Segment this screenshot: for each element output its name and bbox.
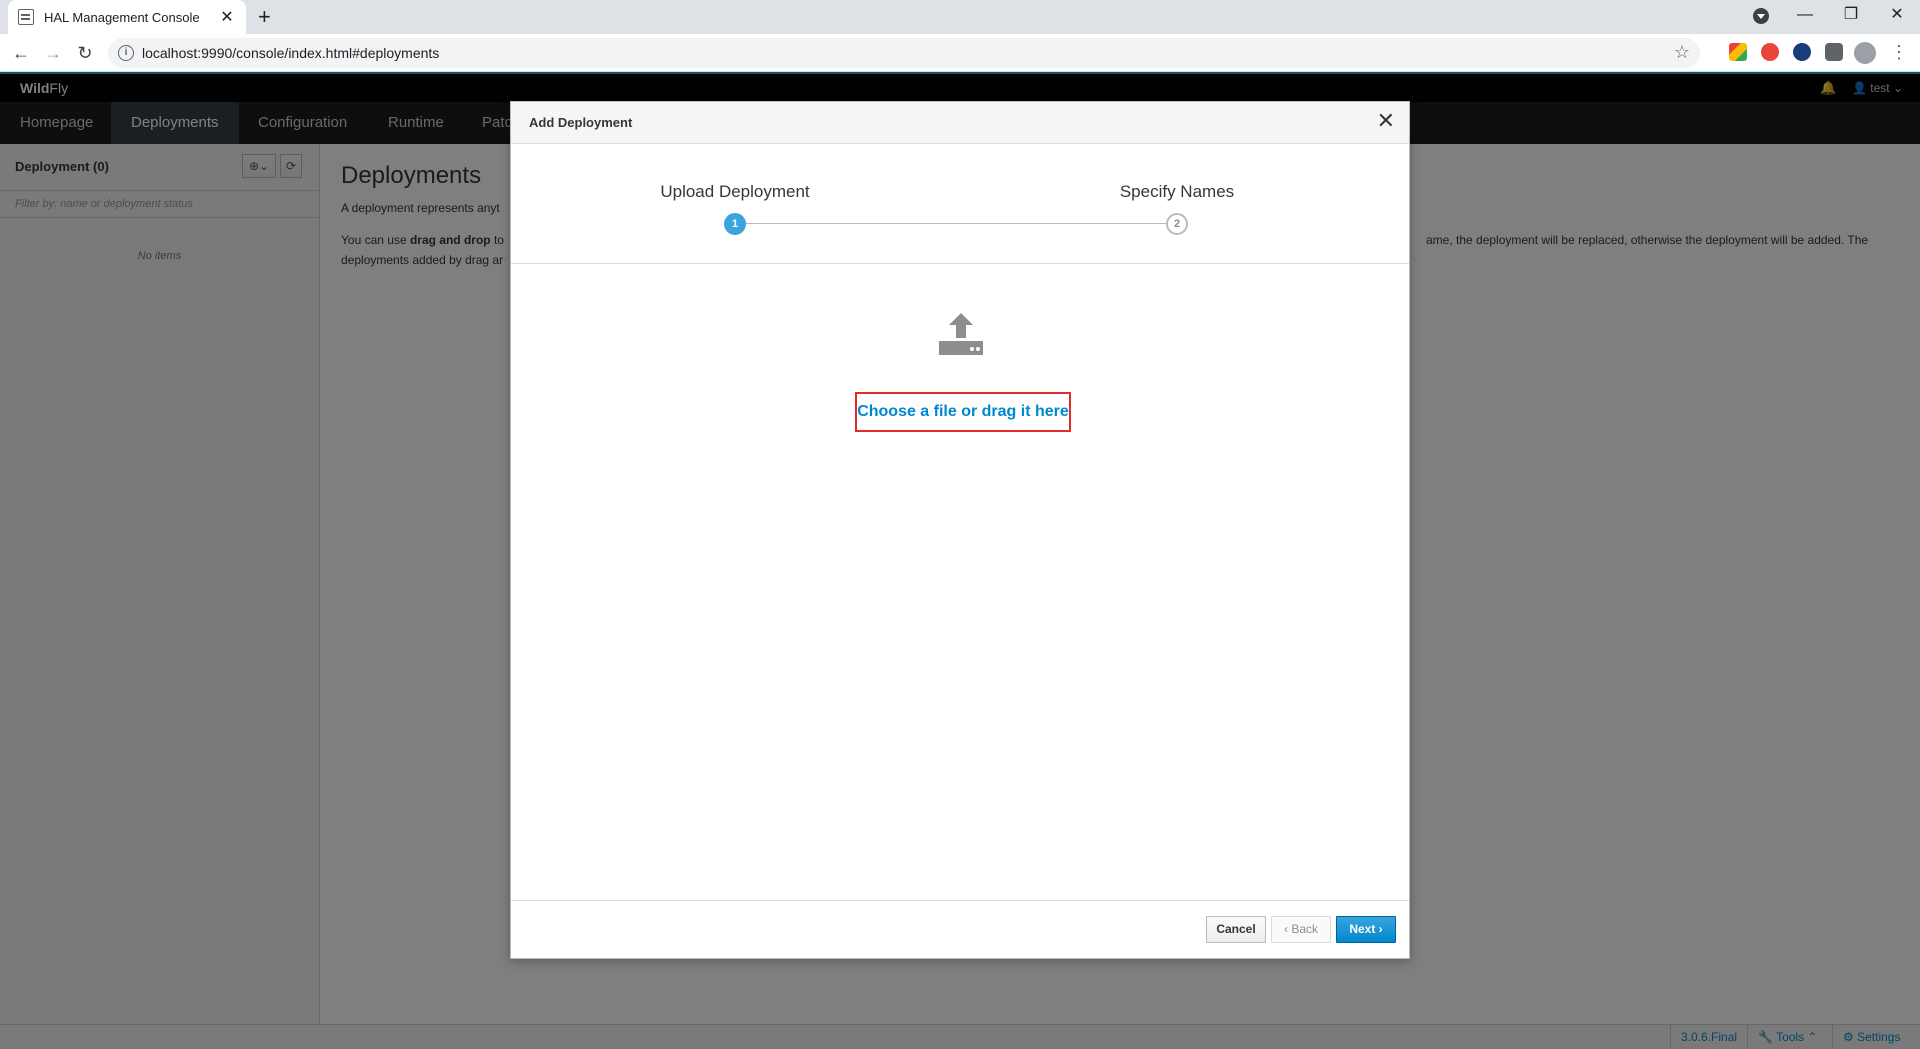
page-favicon-icon (18, 9, 34, 25)
back-button[interactable]: ‹ Back (1271, 916, 1331, 943)
bookmark-star-icon[interactable]: ☆ (1674, 42, 1690, 63)
dialog-header: Add Deployment ✕ (511, 102, 1409, 144)
upload-icon (939, 313, 983, 355)
profile-avatar-icon[interactable] (1854, 42, 1876, 64)
tab-title: HAL Management Console (44, 9, 200, 25)
new-tab-icon[interactable]: + (258, 4, 271, 30)
next-button[interactable]: Next › (1336, 916, 1396, 943)
address-bar[interactable]: i localhost:9990/console/index.html#depl… (108, 38, 1700, 68)
tab-search-icon[interactable] (1753, 8, 1769, 24)
browser-tab[interactable]: HAL Management Console ✕ (8, 0, 246, 34)
add-deployment-dialog: Add Deployment ✕ Upload Deployment 1 Spe… (510, 101, 1410, 959)
forward-arrow-icon[interactable]: → (40, 40, 66, 66)
back-arrow-icon[interactable]: ← (8, 40, 34, 66)
step-1-indicator: 1 (724, 213, 746, 235)
extension-infinity-icon[interactable] (1761, 43, 1779, 61)
choose-file-link[interactable]: Choose a file or drag it here (855, 392, 1071, 432)
dialog-title: Add Deployment (529, 115, 633, 130)
minimize-icon[interactable]: — (1782, 0, 1828, 34)
step-label-names: Specify Names (1119, 182, 1235, 201)
browser-menu-icon[interactable]: ⋮ (1890, 42, 1908, 62)
close-window-icon[interactable]: ✕ (1874, 0, 1920, 34)
step-2-indicator: 2 (1166, 213, 1188, 235)
browser-tabstrip: HAL Management Console ✕ + — ❐ ✕ (0, 0, 1920, 34)
close-tab-icon[interactable]: ✕ (218, 7, 236, 27)
dialog-footer: Cancel ‹ Back Next › (511, 900, 1409, 958)
restore-icon[interactable]: ❐ (1828, 0, 1874, 34)
wizard-steps: Upload Deployment 1 Specify Names 2 (511, 144, 1409, 264)
reload-icon[interactable]: ↻ (72, 40, 98, 66)
url-text: localhost:9990/console/index.html#deploy… (142, 45, 440, 61)
site-info-icon[interactable]: i (118, 45, 134, 61)
step-label-upload: Upload Deployment (660, 182, 810, 201)
close-dialog-icon[interactable]: ✕ (1377, 110, 1395, 132)
extension-color-icon[interactable] (1729, 43, 1747, 61)
browser-toolbar: ← → ↻ i localhost:9990/console/index.htm… (0, 34, 1920, 72)
cancel-button[interactable]: Cancel (1206, 916, 1266, 943)
extensions-puzzle-icon[interactable] (1825, 43, 1843, 61)
extension-hash-icon[interactable] (1793, 43, 1811, 61)
step-connector (735, 223, 1173, 224)
